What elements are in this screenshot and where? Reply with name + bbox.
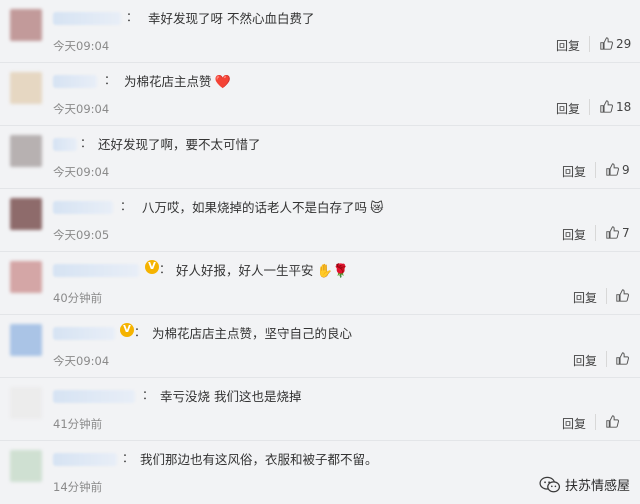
username[interactable]	[53, 138, 77, 151]
reply-button[interactable]: 回复	[556, 37, 580, 54]
divider	[606, 288, 607, 304]
comment-time: 今天09:05	[53, 228, 110, 242]
verified-badge-icon: V	[120, 323, 134, 337]
comment-time: 41分钟前	[53, 417, 103, 431]
comment-time: 今天09:04	[53, 102, 110, 116]
comment-time: 40分钟前	[53, 291, 103, 305]
username[interactable]	[53, 75, 97, 88]
comment-text-body: 为棉花店主点赞	[124, 74, 212, 89]
thumb-up-icon	[616, 289, 629, 302]
hand-rose-emoji: ✋🌹	[316, 264, 349, 279]
comment-text: 我们那边也有这风俗，衣服和被子都不留。	[140, 452, 378, 467]
like-button[interactable]	[616, 352, 632, 366]
avatar[interactable]	[10, 9, 42, 41]
reply-button[interactable]: 回复	[562, 163, 586, 180]
divider	[595, 162, 596, 178]
comment-item: ： 我们那边也有这风俗，衣服和被子都不留。 14分钟前	[0, 441, 640, 504]
avatar[interactable]	[10, 261, 42, 293]
like-button[interactable]: 9	[606, 163, 630, 177]
avatar[interactable]	[10, 135, 42, 167]
comment-item: ： 为棉花店主点赞 ❤️ 今天09:04 回复 18	[0, 63, 640, 126]
name-separator: ：	[159, 262, 172, 276]
reply-button[interactable]: 回复	[573, 289, 597, 306]
avatar[interactable]	[10, 450, 42, 482]
name-separator: ：	[122, 451, 135, 465]
thumb-up-icon	[600, 100, 613, 113]
cat-emoji: 😿	[370, 201, 384, 216]
watermark: 扶苏情感屋	[539, 475, 630, 494]
thumb-up-icon	[606, 415, 619, 428]
divider	[589, 99, 590, 115]
name-separator: ：	[126, 10, 139, 24]
like-button[interactable]	[616, 289, 632, 303]
username[interactable]	[53, 453, 117, 466]
heart-emoji: ❤️	[214, 75, 231, 90]
comment-item: V ： 好人好报，好人一生平安 ✋🌹 40分钟前 回复	[0, 252, 640, 315]
comment-text-body: 八万哎，如果烧掉的话老人不是白存了吗	[142, 200, 368, 215]
username[interactable]	[53, 201, 113, 214]
comment-text-body: 好人好报，好人一生平安	[176, 263, 314, 278]
comment-item: V ： 为棉花店店主点赞，坚守自己的良心 今天09:04 回复	[0, 315, 640, 378]
like-button[interactable]: 29	[600, 37, 631, 51]
name-separator: ：	[134, 325, 147, 339]
reply-button[interactable]: 回复	[562, 415, 586, 432]
thumb-up-icon	[600, 37, 613, 50]
comment-item: ： 八万哎，如果烧掉的话老人不是白存了吗 😿 今天09:05 回复 7	[0, 189, 640, 252]
comment-time: 今天09:04	[53, 165, 110, 179]
thumb-up-icon	[606, 163, 619, 176]
reply-button[interactable]: 回复	[562, 226, 586, 243]
like-button[interactable]: 7	[606, 226, 630, 240]
like-count: 7	[622, 226, 630, 240]
comment-text: 好人好报，好人一生平安 ✋🌹	[176, 260, 349, 279]
comment-text: 还好发现了啊，要不太可惜了	[98, 137, 261, 152]
divider	[606, 351, 607, 367]
comment-item: ： 幸好发现了呀 不然心血白费了 今天09:04 回复 29	[0, 0, 640, 63]
avatar[interactable]	[10, 324, 42, 356]
comment-time: 14分钟前	[53, 480, 103, 494]
comment-text: 幸亏没烧 我们这也是烧掉	[160, 389, 302, 404]
name-separator: ：	[142, 388, 155, 402]
like-count: 9	[622, 163, 630, 177]
comment-text: 幸好发现了呀 不然心血白费了	[148, 11, 315, 26]
thumb-up-icon	[606, 226, 619, 239]
avatar[interactable]	[10, 198, 42, 230]
avatar[interactable]	[10, 72, 42, 104]
comment-item: ： 幸亏没烧 我们这也是烧掉 41分钟前 回复	[0, 378, 640, 441]
comment-time: 今天09:04	[53, 354, 110, 368]
verified-badge-icon: V	[145, 260, 159, 274]
divider	[589, 36, 590, 52]
divider	[595, 414, 596, 430]
like-count: 18	[616, 100, 632, 114]
comment-text: 为棉花店主点赞 ❤️	[124, 71, 231, 90]
name-separator: ：	[80, 136, 93, 150]
wechat-icon	[539, 476, 561, 492]
thumb-up-icon	[616, 352, 629, 365]
divider	[595, 225, 596, 241]
name-separator: ：	[120, 199, 133, 213]
comment-text: 为棉花店店主点赞，坚守自己的良心	[152, 326, 353, 341]
like-button[interactable]	[606, 415, 622, 429]
reply-button[interactable]: 回复	[556, 100, 580, 117]
watermark-text: 扶苏情感屋	[564, 479, 630, 494]
name-separator: ：	[104, 73, 117, 87]
username[interactable]	[53, 264, 139, 277]
comment-item: ： 还好发现了啊，要不太可惜了 今天09:04 回复 9	[0, 126, 640, 189]
username[interactable]	[53, 390, 135, 403]
username[interactable]	[53, 12, 121, 25]
avatar[interactable]	[10, 387, 42, 419]
username[interactable]	[53, 327, 115, 340]
like-button[interactable]: 18	[600, 100, 631, 114]
reply-button[interactable]: 回复	[573, 352, 597, 369]
like-count: 29	[616, 37, 632, 51]
comment-time: 今天09:04	[53, 39, 110, 53]
comment-text: 八万哎，如果烧掉的话老人不是白存了吗 😿	[142, 197, 384, 216]
